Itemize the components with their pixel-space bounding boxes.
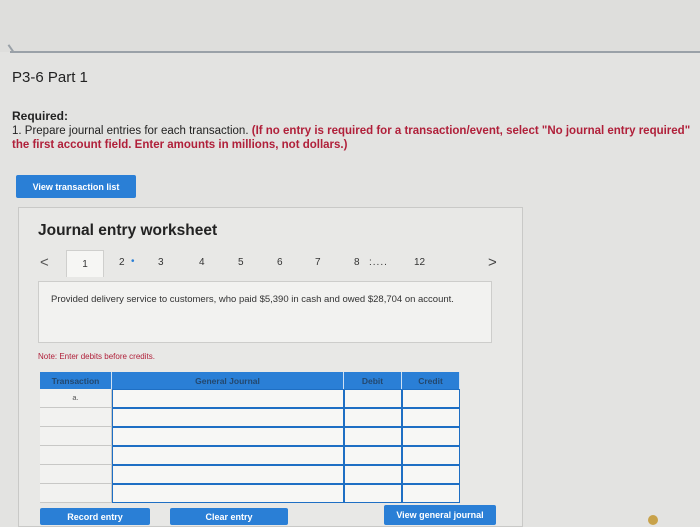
credit-field[interactable] [402, 465, 460, 484]
account-field[interactable] [112, 465, 344, 484]
transaction-cell [40, 484, 112, 503]
credit-field[interactable] [402, 427, 460, 446]
account-field[interactable] [112, 446, 344, 465]
pager-ellipsis: :.... [369, 257, 388, 268]
credit-field[interactable] [402, 408, 460, 427]
required-heading: Required: [12, 109, 69, 123]
transaction-cell [40, 408, 112, 427]
transaction-cell [40, 446, 112, 465]
debit-field[interactable] [344, 465, 402, 484]
debit-field[interactable] [344, 446, 402, 465]
column-header-general-journal: General Journal [112, 372, 344, 389]
debit-field[interactable] [344, 484, 402, 503]
transaction-cell [40, 465, 112, 484]
column-header-debit: Debit [344, 372, 402, 389]
page-tab-12[interactable]: 12 [414, 257, 425, 268]
page-title: P3-6 Part 1 [12, 69, 88, 86]
credit-field[interactable] [402, 484, 460, 503]
page-2-completed-dot-icon: • [131, 256, 135, 267]
next-page-chevron-icon[interactable]: > [488, 254, 497, 271]
transaction-cell: a. [40, 389, 112, 408]
transaction-pager: 1 2 • 3 4 5 6 7 8 :.... 12 [66, 250, 486, 277]
column-header-transaction: Transaction [40, 372, 112, 389]
record-entry-button[interactable]: Record entry [40, 508, 150, 525]
transaction-cell [40, 427, 112, 446]
view-general-journal-button[interactable]: View general journal [384, 505, 496, 525]
entry-note: Note: Enter debits before credits. [38, 352, 155, 361]
table-row [40, 408, 460, 427]
table-row [40, 484, 460, 503]
debit-field[interactable] [344, 408, 402, 427]
worksheet-title: Journal entry worksheet [38, 222, 218, 239]
credit-field[interactable] [402, 389, 460, 408]
table-row [40, 465, 460, 484]
table-row [40, 446, 460, 465]
header-divider [10, 51, 700, 53]
account-field[interactable] [112, 408, 344, 427]
transaction-description: Provided delivery service to customers, … [51, 294, 454, 305]
corner-badge-icon [648, 515, 658, 525]
debit-field[interactable] [344, 389, 402, 408]
account-field[interactable] [112, 427, 344, 446]
credit-field[interactable] [402, 446, 460, 465]
debit-field[interactable] [344, 427, 402, 446]
page-tab-8[interactable]: 8 [354, 257, 360, 268]
page-tab-7[interactable]: 7 [315, 257, 321, 268]
column-header-credit: Credit [402, 372, 460, 389]
page-tab-3[interactable]: 3 [158, 257, 164, 268]
required-instructions: 1. Prepare journal entries for each tran… [12, 124, 700, 152]
instruction-note-line-2: the first account field. Enter amounts i… [12, 139, 348, 151]
account-field[interactable] [112, 389, 344, 408]
transaction-description-box: Provided delivery service to customers, … [38, 281, 492, 343]
table-row: a. [40, 389, 460, 408]
page-tab-4[interactable]: 4 [199, 257, 205, 268]
page-tab-6[interactable]: 6 [277, 257, 283, 268]
journal-entry-table: Transaction General Journal Debit Credit… [40, 372, 460, 503]
view-transaction-list-button[interactable]: View transaction list [16, 175, 136, 198]
clear-entry-button[interactable]: Clear entry [170, 508, 288, 525]
top-band [0, 0, 700, 52]
page-tab-2[interactable]: 2 [119, 257, 125, 268]
account-field[interactable] [112, 484, 344, 503]
instruction-note-line-1: (If no entry is required for a transacti… [251, 125, 691, 137]
table-row [40, 427, 460, 446]
page-tab-5[interactable]: 5 [238, 257, 244, 268]
instruction-text: 1. Prepare journal entries for each tran… [12, 125, 249, 137]
page-tab-1[interactable]: 1 [66, 250, 104, 277]
prev-page-chevron-icon[interactable]: < [40, 254, 49, 271]
